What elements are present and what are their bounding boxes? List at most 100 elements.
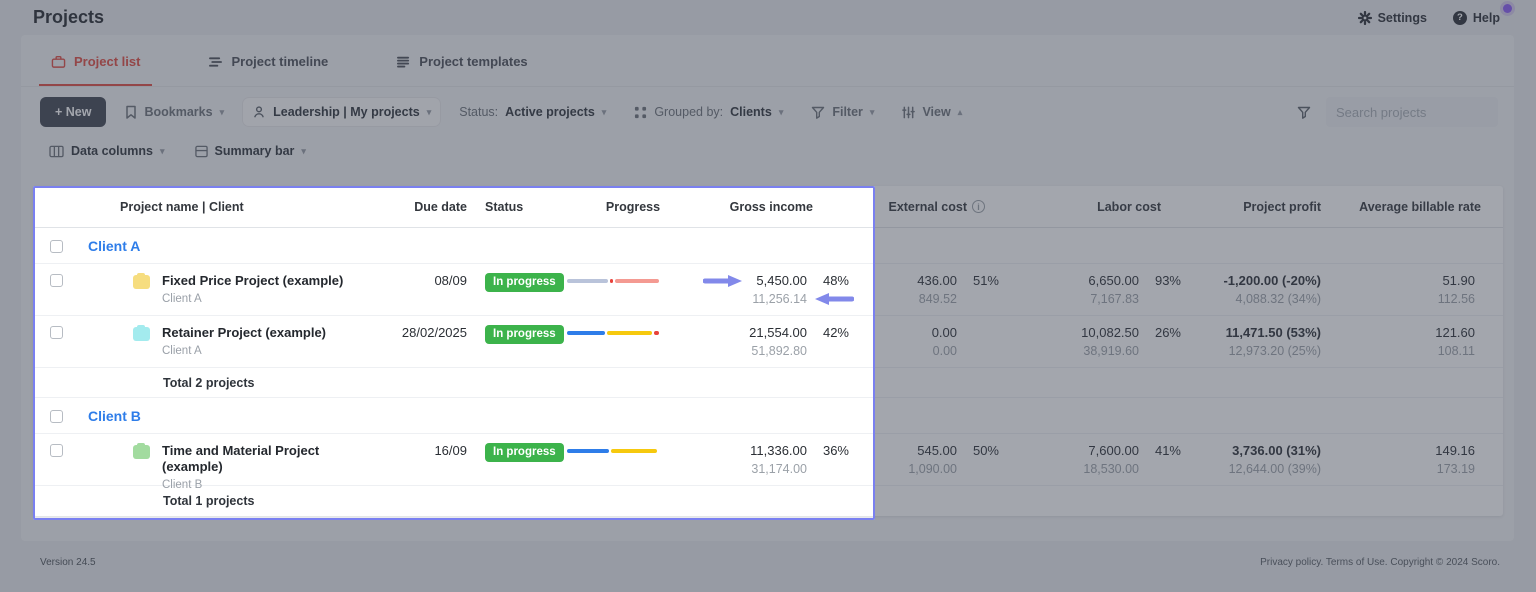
project-client: Client A bbox=[162, 293, 202, 305]
briefcase-icon bbox=[51, 55, 66, 68]
chevron-down-icon: ▾ bbox=[601, 106, 607, 117]
project-name[interactable]: Fixed Price Project (example) bbox=[162, 273, 343, 289]
rate-sub: 173.19 bbox=[1436, 462, 1475, 476]
profit-main: 11,471.50 (53%) bbox=[1225, 325, 1321, 340]
status-badge[interactable]: In progress bbox=[485, 325, 564, 344]
status-badge[interactable]: In progress bbox=[485, 273, 564, 292]
help-icon: ? bbox=[1452, 10, 1467, 25]
project-client: Client A bbox=[162, 345, 202, 357]
project-name[interactable]: Retainer Project (example) bbox=[162, 325, 326, 341]
page-footer: Version 24.5 Privacy policy. Terms of Us… bbox=[40, 557, 1500, 568]
chevron-down-icon: ▾ bbox=[301, 145, 306, 156]
chevron-down-icon: ▾ bbox=[426, 106, 432, 117]
external-cost-cell: 0.00 0.00 bbox=[849, 325, 957, 359]
rate-main: 149.16 bbox=[1435, 443, 1475, 458]
row-checkbox[interactable] bbox=[50, 444, 63, 457]
funnel-icon bbox=[1297, 106, 1311, 119]
tab-project-templates[interactable]: Project templates bbox=[384, 54, 539, 86]
help-button[interactable]: ? Help bbox=[1452, 3, 1512, 25]
tab-project-list[interactable]: Project list bbox=[39, 54, 153, 86]
labor-sub: 7,167.83 bbox=[1090, 292, 1139, 306]
filter-button[interactable]: Filter ▾ bbox=[802, 98, 883, 126]
gross-sub: 11,256.14 bbox=[752, 292, 807, 306]
data-columns-button[interactable]: Data columns ▾ bbox=[40, 137, 174, 165]
gross-income-cell: 5,450.00 11,256.14 bbox=[699, 273, 854, 307]
tab-label: Project list bbox=[74, 54, 141, 69]
col-gross-income[interactable]: Gross income bbox=[699, 200, 849, 214]
info-icon[interactable]: i bbox=[972, 200, 985, 213]
group-checkbox[interactable] bbox=[50, 409, 63, 423]
group-grid-icon bbox=[635, 106, 647, 118]
filter-label: Filter bbox=[832, 105, 863, 119]
chevron-up-icon: ▴ bbox=[957, 106, 963, 117]
tab-bar: Project list Project timeline Project te… bbox=[21, 35, 1514, 87]
scope-selector[interactable]: Leadership | My projects ▾ bbox=[243, 98, 441, 126]
new-button[interactable]: + New bbox=[40, 97, 107, 127]
row-checkbox[interactable] bbox=[50, 274, 63, 287]
group-checkbox[interactable] bbox=[50, 239, 63, 253]
col-progress[interactable]: Progress bbox=[567, 200, 699, 214]
summary-bar-button[interactable]: Summary bar ▾ bbox=[186, 137, 315, 165]
project-profit-cell: -1,200.00 (-20%) 4,088.32 (34%) bbox=[1181, 273, 1321, 307]
progress-bar bbox=[567, 449, 659, 453]
chevron-down-icon: ▾ bbox=[219, 106, 225, 117]
ext-pct: 50% bbox=[972, 443, 999, 458]
status-prefix: Status: bbox=[459, 105, 499, 119]
col-labor-cost[interactable]: Labor cost bbox=[999, 200, 1181, 214]
table-row: Fixed Price Project (example) Client A 0… bbox=[33, 264, 1503, 316]
project-folder-icon bbox=[133, 324, 150, 341]
summary-bar-icon bbox=[194, 145, 208, 157]
funnel-icon bbox=[812, 106, 825, 119]
chevron-down-icon: ▾ bbox=[159, 145, 165, 156]
project-name[interactable]: Time and Material Project (example) bbox=[162, 443, 379, 475]
ext-sub: 849.52 bbox=[918, 292, 957, 306]
project-profit-cell: 11,471.50 (53%) 12,973.20 (25%) bbox=[1181, 325, 1321, 359]
settings-button[interactable]: Settings bbox=[1357, 10, 1427, 25]
view-button[interactable]: View ▴ bbox=[893, 98, 971, 126]
labor-pct: 26% bbox=[1154, 325, 1181, 340]
grouped-by-selector[interactable]: Grouped by: Clients ▾ bbox=[625, 98, 792, 126]
gross-pct: 42% bbox=[822, 325, 849, 340]
bookmarks-button[interactable]: Bookmarks ▾ bbox=[116, 98, 233, 126]
gross-main: 11,336.00 bbox=[750, 443, 807, 458]
profit-sub: 12,644.00 (39%) bbox=[1228, 462, 1321, 476]
col-external-cost-label: External cost bbox=[888, 199, 967, 214]
content-card: Project list Project timeline Project te… bbox=[21, 35, 1514, 541]
ext-main: 0.00 bbox=[931, 325, 957, 340]
data-columns-label: Data columns bbox=[71, 144, 153, 158]
gear-icon bbox=[1357, 10, 1372, 25]
tab-project-timeline[interactable]: Project timeline bbox=[196, 54, 340, 86]
search-filter-button[interactable] bbox=[1290, 98, 1318, 126]
table-row: Retainer Project (example) Client A 28/0… bbox=[33, 316, 1503, 368]
version-label: Version 24.5 bbox=[40, 557, 96, 568]
labor-pct: 41% bbox=[1154, 443, 1181, 458]
legal-links[interactable]: Privacy policy. Terms of Use. Copyright … bbox=[1260, 557, 1500, 568]
due-date: 28/02/2025 bbox=[401, 325, 467, 340]
progress-bar bbox=[567, 331, 659, 335]
client-link[interactable]: Client B bbox=[88, 408, 141, 424]
col-project-profit[interactable]: Project profit bbox=[1181, 200, 1321, 214]
gross-pct: 48% bbox=[822, 273, 849, 288]
col-average-billable-rate[interactable]: Average billable rate bbox=[1321, 200, 1503, 214]
search-input[interactable] bbox=[1326, 97, 1498, 127]
gross-income-cell: 11,336.00 31,174.00 bbox=[699, 443, 807, 477]
summary-bar-label: Summary bar bbox=[214, 144, 295, 158]
external-cost-cell: 545.00 1,090.00 bbox=[849, 443, 957, 477]
client-link[interactable]: Client A bbox=[88, 238, 140, 254]
group-total-label: Total 1 projects bbox=[163, 494, 255, 508]
rate-sub: 108.11 bbox=[1437, 344, 1475, 358]
col-due-date[interactable]: Due date bbox=[379, 200, 467, 214]
page-title: Projects bbox=[33, 7, 105, 27]
col-project-name[interactable]: Project name | Client bbox=[79, 200, 379, 214]
status-selector[interactable]: Status: Active projects ▾ bbox=[450, 98, 615, 126]
status-badge[interactable]: In progress bbox=[485, 443, 564, 462]
group-row-client-a: Client A bbox=[33, 228, 1503, 264]
progress-bar bbox=[567, 279, 659, 283]
profit-main: -1,200.00 (-20%) bbox=[1223, 273, 1321, 288]
col-status[interactable]: Status bbox=[467, 200, 567, 214]
grouped-value: Clients bbox=[730, 105, 772, 119]
ext-sub: 0.00 bbox=[932, 344, 957, 358]
bookmarks-label: Bookmarks bbox=[144, 105, 213, 119]
row-checkbox[interactable] bbox=[50, 326, 63, 339]
col-external-cost[interactable]: External cost i bbox=[849, 200, 999, 214]
